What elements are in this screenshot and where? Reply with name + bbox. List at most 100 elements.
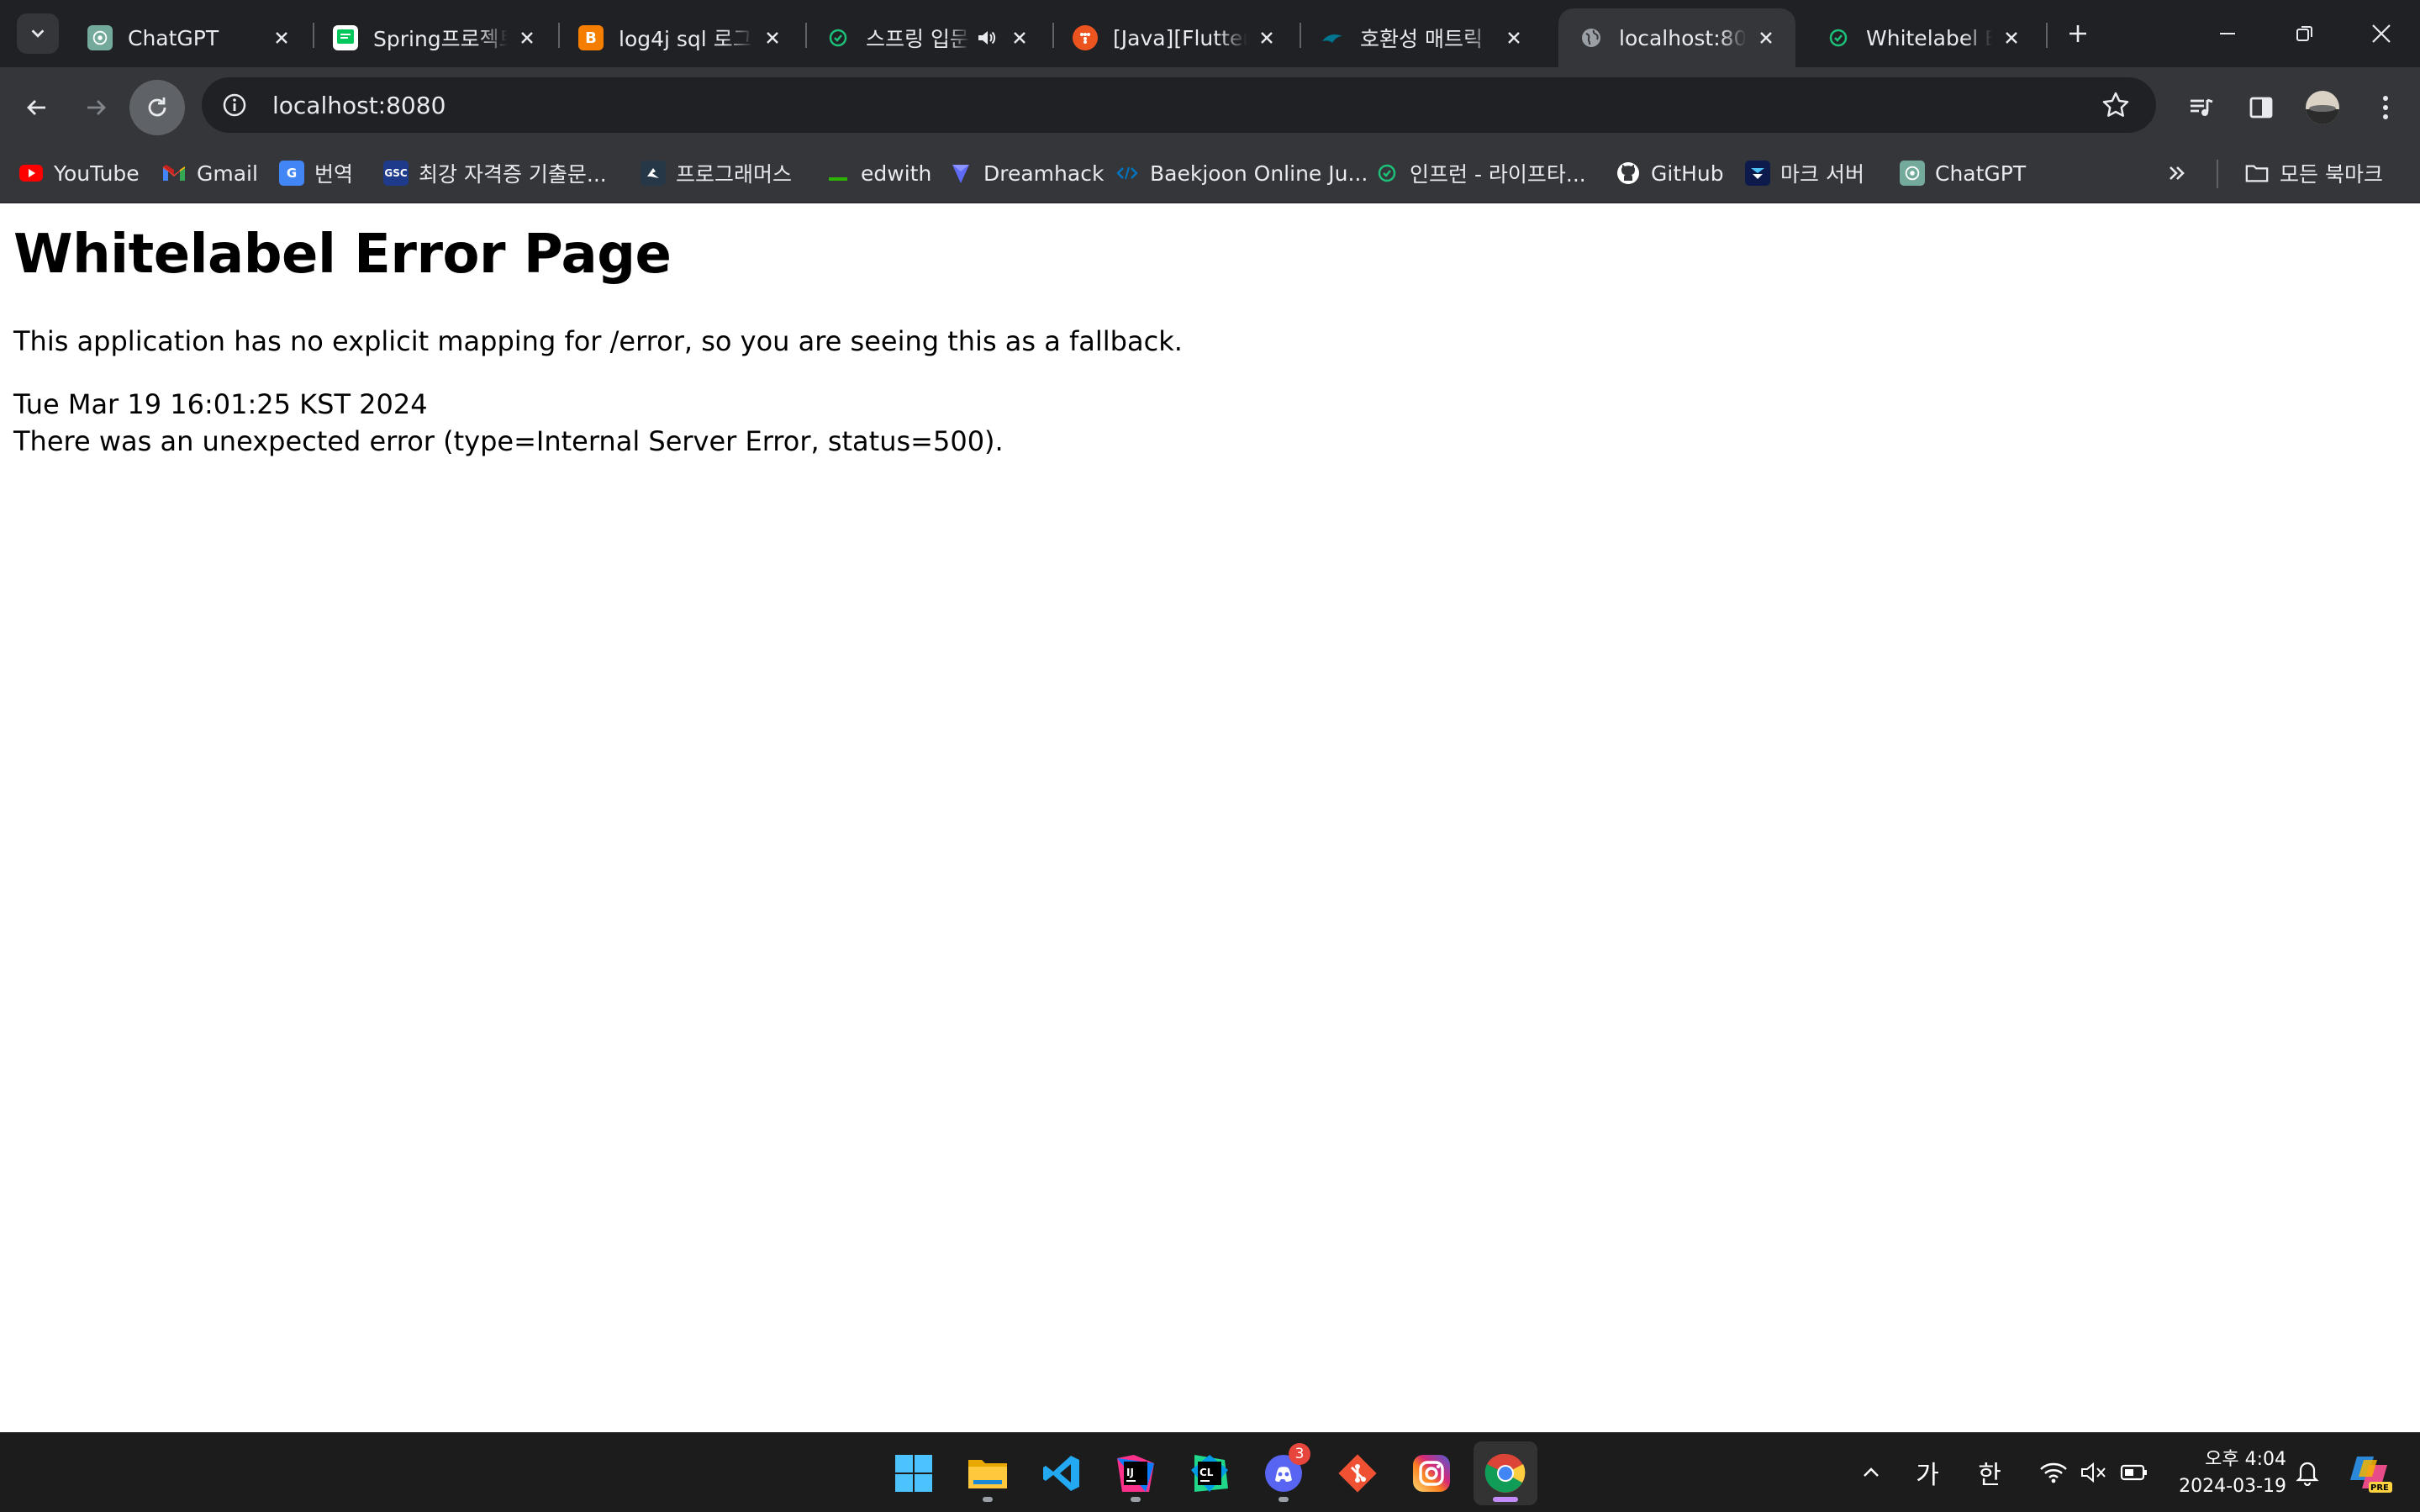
bookmark-gmail[interactable]: Gmail <box>161 155 258 192</box>
tab-log4j[interactable]: B log4j sql 로그 <box>558 8 802 67</box>
battery-icon[interactable] <box>2113 1451 2155 1494</box>
git-icon[interactable] <box>1326 1441 1389 1505</box>
bookmark-label: 번역 <box>314 162 354 187</box>
bookmark-youtube[interactable]: YouTube <box>18 155 140 192</box>
translate-icon: G <box>279 161 304 186</box>
close-icon[interactable] <box>1752 24 1780 52</box>
bookmarks-bar: YouTube Gmail G 번역 GSC 최강 자격증 기출문... 프로그… <box>0 143 2420 203</box>
bookmark-chatgpt[interactable]: ChatGPT <box>1900 155 2026 192</box>
bookmark-gsc[interactable]: GSC 최강 자격증 기출문... <box>383 155 607 192</box>
minimize-button[interactable] <box>2189 0 2266 67</box>
windows-start-icon[interactable] <box>882 1441 946 1505</box>
discord-icon[interactable]: 3 <box>1252 1441 1315 1505</box>
inflearn-icon <box>1826 25 1851 50</box>
new-tab-button[interactable] <box>2059 15 2096 52</box>
bookmark-label: Gmail <box>197 161 258 186</box>
screen: ChatGPT Spring프로젝트 B log4j sql 로그 스프링 입문 <box>0 0 2420 1512</box>
bookmark-minecraft-server[interactable]: 마크 서버 <box>1745 155 1864 192</box>
page-title: Whitelabel Error Page <box>13 224 672 286</box>
tab-title: [Java][Flutter] <box>1113 25 1247 50</box>
gmail-icon <box>161 161 187 186</box>
site-info-icon[interactable] <box>207 77 262 133</box>
chrome-icon[interactable] <box>1474 1441 1537 1505</box>
youtube-icon <box>18 161 44 186</box>
bookmark-programmers[interactable]: 프로그래머스 <box>641 155 792 192</box>
bookmark-dreamhack[interactable]: Dreamhack <box>948 155 1104 192</box>
tab-title: localhost:8080 <box>1619 25 1747 50</box>
tab-spring-intro[interactable]: 스프링 입문 <box>805 8 1049 67</box>
bookmark-edwith[interactable]: edwith <box>825 155 931 192</box>
clion-icon[interactable]: CL <box>1178 1441 1242 1505</box>
bookmark-label: 최강 자격증 기출문... <box>419 162 607 187</box>
close-icon[interactable] <box>1997 24 2026 52</box>
media-control-icon[interactable] <box>2176 82 2227 133</box>
ime-mode-indicator[interactable]: 가 <box>1906 1451 1948 1494</box>
tab-title: Whitelabel Error <box>1866 25 1992 50</box>
close-icon[interactable] <box>513 24 541 52</box>
forward-button[interactable] <box>71 82 121 133</box>
bookmark-label: Baekjoon Online Ju... <box>1150 161 1368 186</box>
ime-language-indicator[interactable]: 한 <box>1969 1451 2011 1494</box>
dreamhack-icon <box>948 161 973 186</box>
close-icon[interactable] <box>1500 24 1528 52</box>
bookmark-label: ChatGPT <box>1935 161 2027 186</box>
restore-button[interactable] <box>2266 0 2344 67</box>
more-menu-icon[interactable] <box>2360 82 2411 133</box>
svg-text:PRE: PRE <box>2370 1483 2389 1493</box>
volume-muted-icon[interactable] <box>2073 1451 2115 1494</box>
tab-strip: ChatGPT Spring프로젝트 B log4j sql 로그 스프링 입문 <box>0 0 2420 67</box>
address-bar[interactable]: localhost:8080 <box>202 77 2156 133</box>
clock-time: 오후 4:04 <box>2205 1449 2286 1470</box>
close-icon[interactable] <box>267 24 296 52</box>
notification-bell-icon[interactable] <box>2286 1451 2328 1494</box>
vscode-icon[interactable] <box>1030 1441 1094 1505</box>
tab-spring-project[interactable]: Spring프로젝트 <box>313 8 556 67</box>
tab-whitelabel[interactable]: Whitelabel Error <box>1806 8 2041 67</box>
tab-compat-matrix[interactable]: 호환성 매트릭 <box>1300 8 1543 67</box>
inflearn-icon <box>1374 161 1400 186</box>
tab-title: 호환성 매트릭 <box>1360 27 1483 51</box>
tab-chatgpt[interactable]: ChatGPT <box>67 8 311 67</box>
close-window-button[interactable] <box>2343 0 2420 67</box>
bookmark-translate[interactable]: G 번역 <box>279 155 353 192</box>
green-doc-icon <box>333 25 358 50</box>
inflearn-icon <box>825 25 851 50</box>
intellij-icon[interactable]: IJ <box>1104 1441 1168 1505</box>
svg-text:CL: CL <box>1199 1467 1214 1478</box>
tab-java-flutter[interactable]: [Java][Flutter] <box>1052 8 1296 67</box>
bookmarks-overflow-button[interactable] <box>2165 155 2189 192</box>
back-button[interactable] <box>12 82 62 133</box>
speaker-icon[interactable] <box>972 24 1000 52</box>
error-detail: There was an unexpected error (type=Inte… <box>13 425 1004 457</box>
error-explanation: This application has no explicit mapping… <box>13 325 1183 357</box>
browser-toolbar: localhost:8080 <box>0 67 2420 143</box>
close-icon[interactable] <box>1005 24 1034 52</box>
wifi-icon[interactable] <box>2032 1451 2075 1494</box>
system-clock[interactable]: 오후 4:04 2024-03-19 <box>2160 1446 2286 1500</box>
bookmark-baekjoon[interactable]: Baekjoon Online Ju... <box>1115 155 1368 192</box>
page-content: Whitelabel Error Page This application h… <box>0 203 2420 1432</box>
svg-text:IJ: IJ <box>1126 1467 1134 1478</box>
mysql-icon <box>1320 25 1345 50</box>
url-text[interactable]: localhost:8080 <box>272 92 446 119</box>
close-icon[interactable] <box>758 24 787 52</box>
close-icon[interactable] <box>1252 24 1281 52</box>
show-hidden-icons-button[interactable] <box>1853 1451 1890 1494</box>
bookmark-inflearn[interactable]: 인프런 - 라이프타... <box>1374 155 1586 192</box>
arrow-left-icon <box>27 100 45 115</box>
profile-avatar[interactable] <box>2297 82 2348 133</box>
plus-icon <box>2069 25 2086 42</box>
all-bookmarks-folder[interactable]: 모든 북마크 <box>2244 155 2383 192</box>
tab-search-button[interactable] <box>17 13 59 54</box>
folder-icon <box>2244 161 2270 186</box>
clock-date: 2024-03-19 <box>2179 1476 2286 1497</box>
reload-button[interactable] <box>129 80 185 135</box>
copilot-icon[interactable]: PRE <box>2345 1451 2397 1494</box>
tab-title: log4j sql 로그 <box>619 27 752 51</box>
tab-localhost[interactable]: localhost:8080 <box>1558 8 1795 67</box>
bookmark-star-icon[interactable] <box>2099 88 2133 122</box>
file-explorer-icon[interactable] <box>956 1441 1020 1505</box>
bookmark-github[interactable]: GitHub <box>1616 155 1724 192</box>
side-panel-icon[interactable] <box>2236 82 2286 133</box>
instagram-icon[interactable] <box>1400 1441 1463 1505</box>
